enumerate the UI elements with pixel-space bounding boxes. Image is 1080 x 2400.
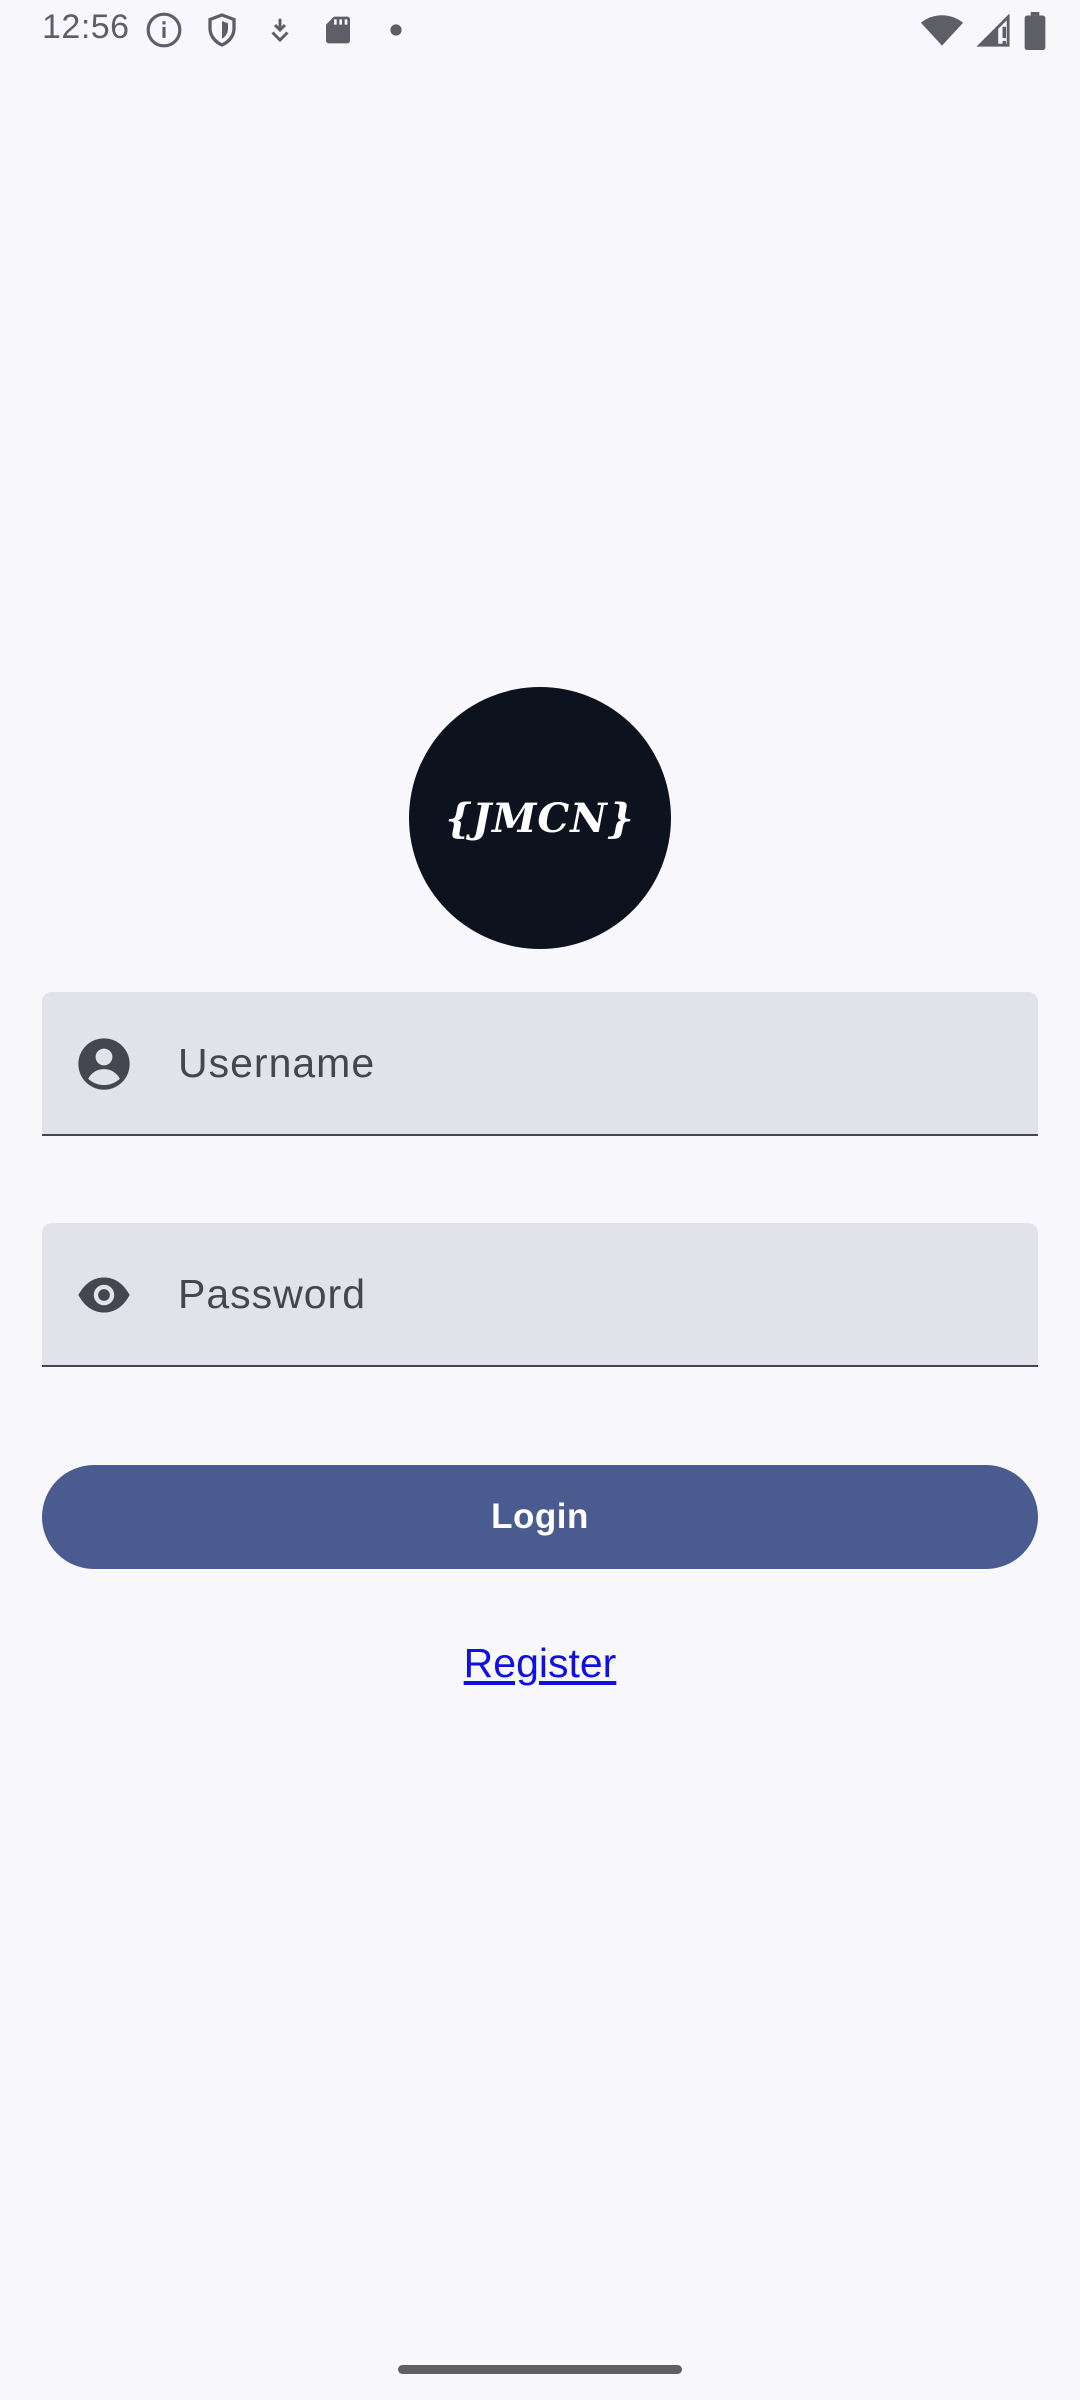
gesture-navigation-bar[interactable]	[398, 2365, 682, 2374]
signal-icon	[976, 13, 1012, 53]
status-bar: 12:56	[0, 0, 1080, 62]
eye-icon[interactable]	[76, 1267, 132, 1323]
username-placeholder: Username	[178, 1039, 376, 1086]
wifi-icon	[920, 14, 964, 53]
account-circle-icon	[76, 1036, 132, 1092]
login-button[interactable]: Login	[42, 1465, 1038, 1569]
status-system-icons	[920, 12, 1046, 55]
download-icon	[260, 10, 300, 50]
register-link[interactable]: Register	[0, 1640, 1080, 1687]
app-logo: {JMCN}	[409, 687, 671, 949]
username-field[interactable]: Username	[42, 992, 1038, 1136]
dot-icon	[376, 10, 416, 50]
info-icon	[144, 10, 184, 50]
battery-icon	[1024, 12, 1046, 55]
status-notification-icons	[144, 10, 416, 50]
shield-icon	[202, 10, 242, 50]
sd-card-icon	[318, 10, 358, 50]
logo-text: {JMCN}	[445, 794, 635, 842]
status-time: 12:56	[42, 8, 130, 46]
password-field[interactable]: Password	[42, 1223, 1038, 1367]
password-placeholder: Password	[178, 1270, 367, 1317]
